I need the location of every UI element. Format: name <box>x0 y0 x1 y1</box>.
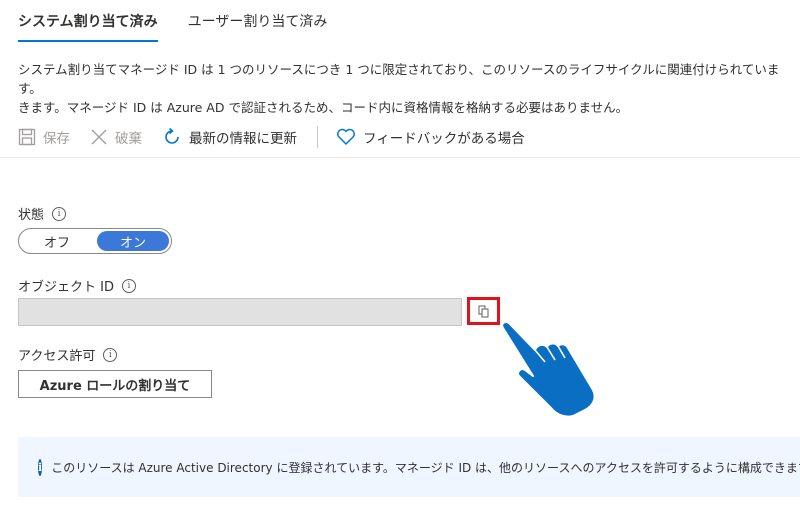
toolbar-divider <box>317 126 318 148</box>
tab-user-assigned[interactable]: ユーザー割り当て済み <box>188 10 328 44</box>
save-button[interactable]: 保存 <box>18 127 70 147</box>
info-banner: i このリソースは Azure Active Directory に登録されてい… <box>18 437 800 497</box>
refresh-button[interactable]: 最新の情報に更新 <box>162 127 297 147</box>
status-toggle[interactable]: オフ オン <box>18 228 172 254</box>
refresh-icon <box>165 127 179 144</box>
heart-icon <box>337 128 355 145</box>
feedback-button[interactable]: フィードバックがある場合 <box>336 127 525 147</box>
toolbar-divider-line <box>0 157 800 158</box>
copy-button[interactable] <box>467 297 500 325</box>
discard-button[interactable]: 破棄 <box>90 127 142 147</box>
feedback-label: フィードバックがある場合 <box>363 131 525 147</box>
pointing-hand-icon <box>501 321 596 418</box>
copy-icon <box>478 305 488 317</box>
command-toolbar: 保存 破棄 最新の情報に更新 フィードバックがある場合 <box>18 124 545 150</box>
description: システム割り当てマネージド ID は 1 つのリソースにつき 1 つに限定されて… <box>18 60 793 117</box>
info-icon[interactable]: i <box>103 347 118 362</box>
refresh-label: 最新の情報に更新 <box>189 131 297 147</box>
status-label: 状態 i <box>18 204 67 223</box>
info-icon[interactable]: i <box>52 206 67 221</box>
close-icon <box>91 129 107 145</box>
object-id-field[interactable] <box>18 298 462 326</box>
save-icon <box>18 128 36 146</box>
toggle-off-option[interactable]: オフ <box>21 231 93 251</box>
object-id-label-text: オブジェクト ID <box>18 280 114 295</box>
description-line-1: システム割り当てマネージド ID は 1 つのリソースにつき 1 つに限定されて… <box>18 62 780 96</box>
azure-role-assignment-button[interactable]: Azure ロールの割り当て <box>18 370 212 398</box>
access-label: アクセス許可 i <box>18 345 118 364</box>
info-icon: i <box>38 458 43 476</box>
access-label-text: アクセス許可 <box>18 349 96 364</box>
description-line-2: きます。マネージド ID は Azure AD で認証されるため、コード内に資格… <box>18 100 629 115</box>
toggle-on-option[interactable]: オン <box>97 231 169 251</box>
info-banner-text: このリソースは Azure Active Directory に登録されています… <box>51 460 800 475</box>
status-label-text: 状態 <box>18 208 45 223</box>
save-label: 保存 <box>43 131 70 147</box>
object-id-label: オブジェクト ID i <box>18 276 136 295</box>
tab-bar: システム割り当て済み ユーザー割り当て済み <box>18 10 357 44</box>
tab-system-assigned[interactable]: システム割り当て済み <box>18 10 158 44</box>
info-icon[interactable]: i <box>121 278 136 293</box>
discard-label: 破棄 <box>115 131 142 147</box>
